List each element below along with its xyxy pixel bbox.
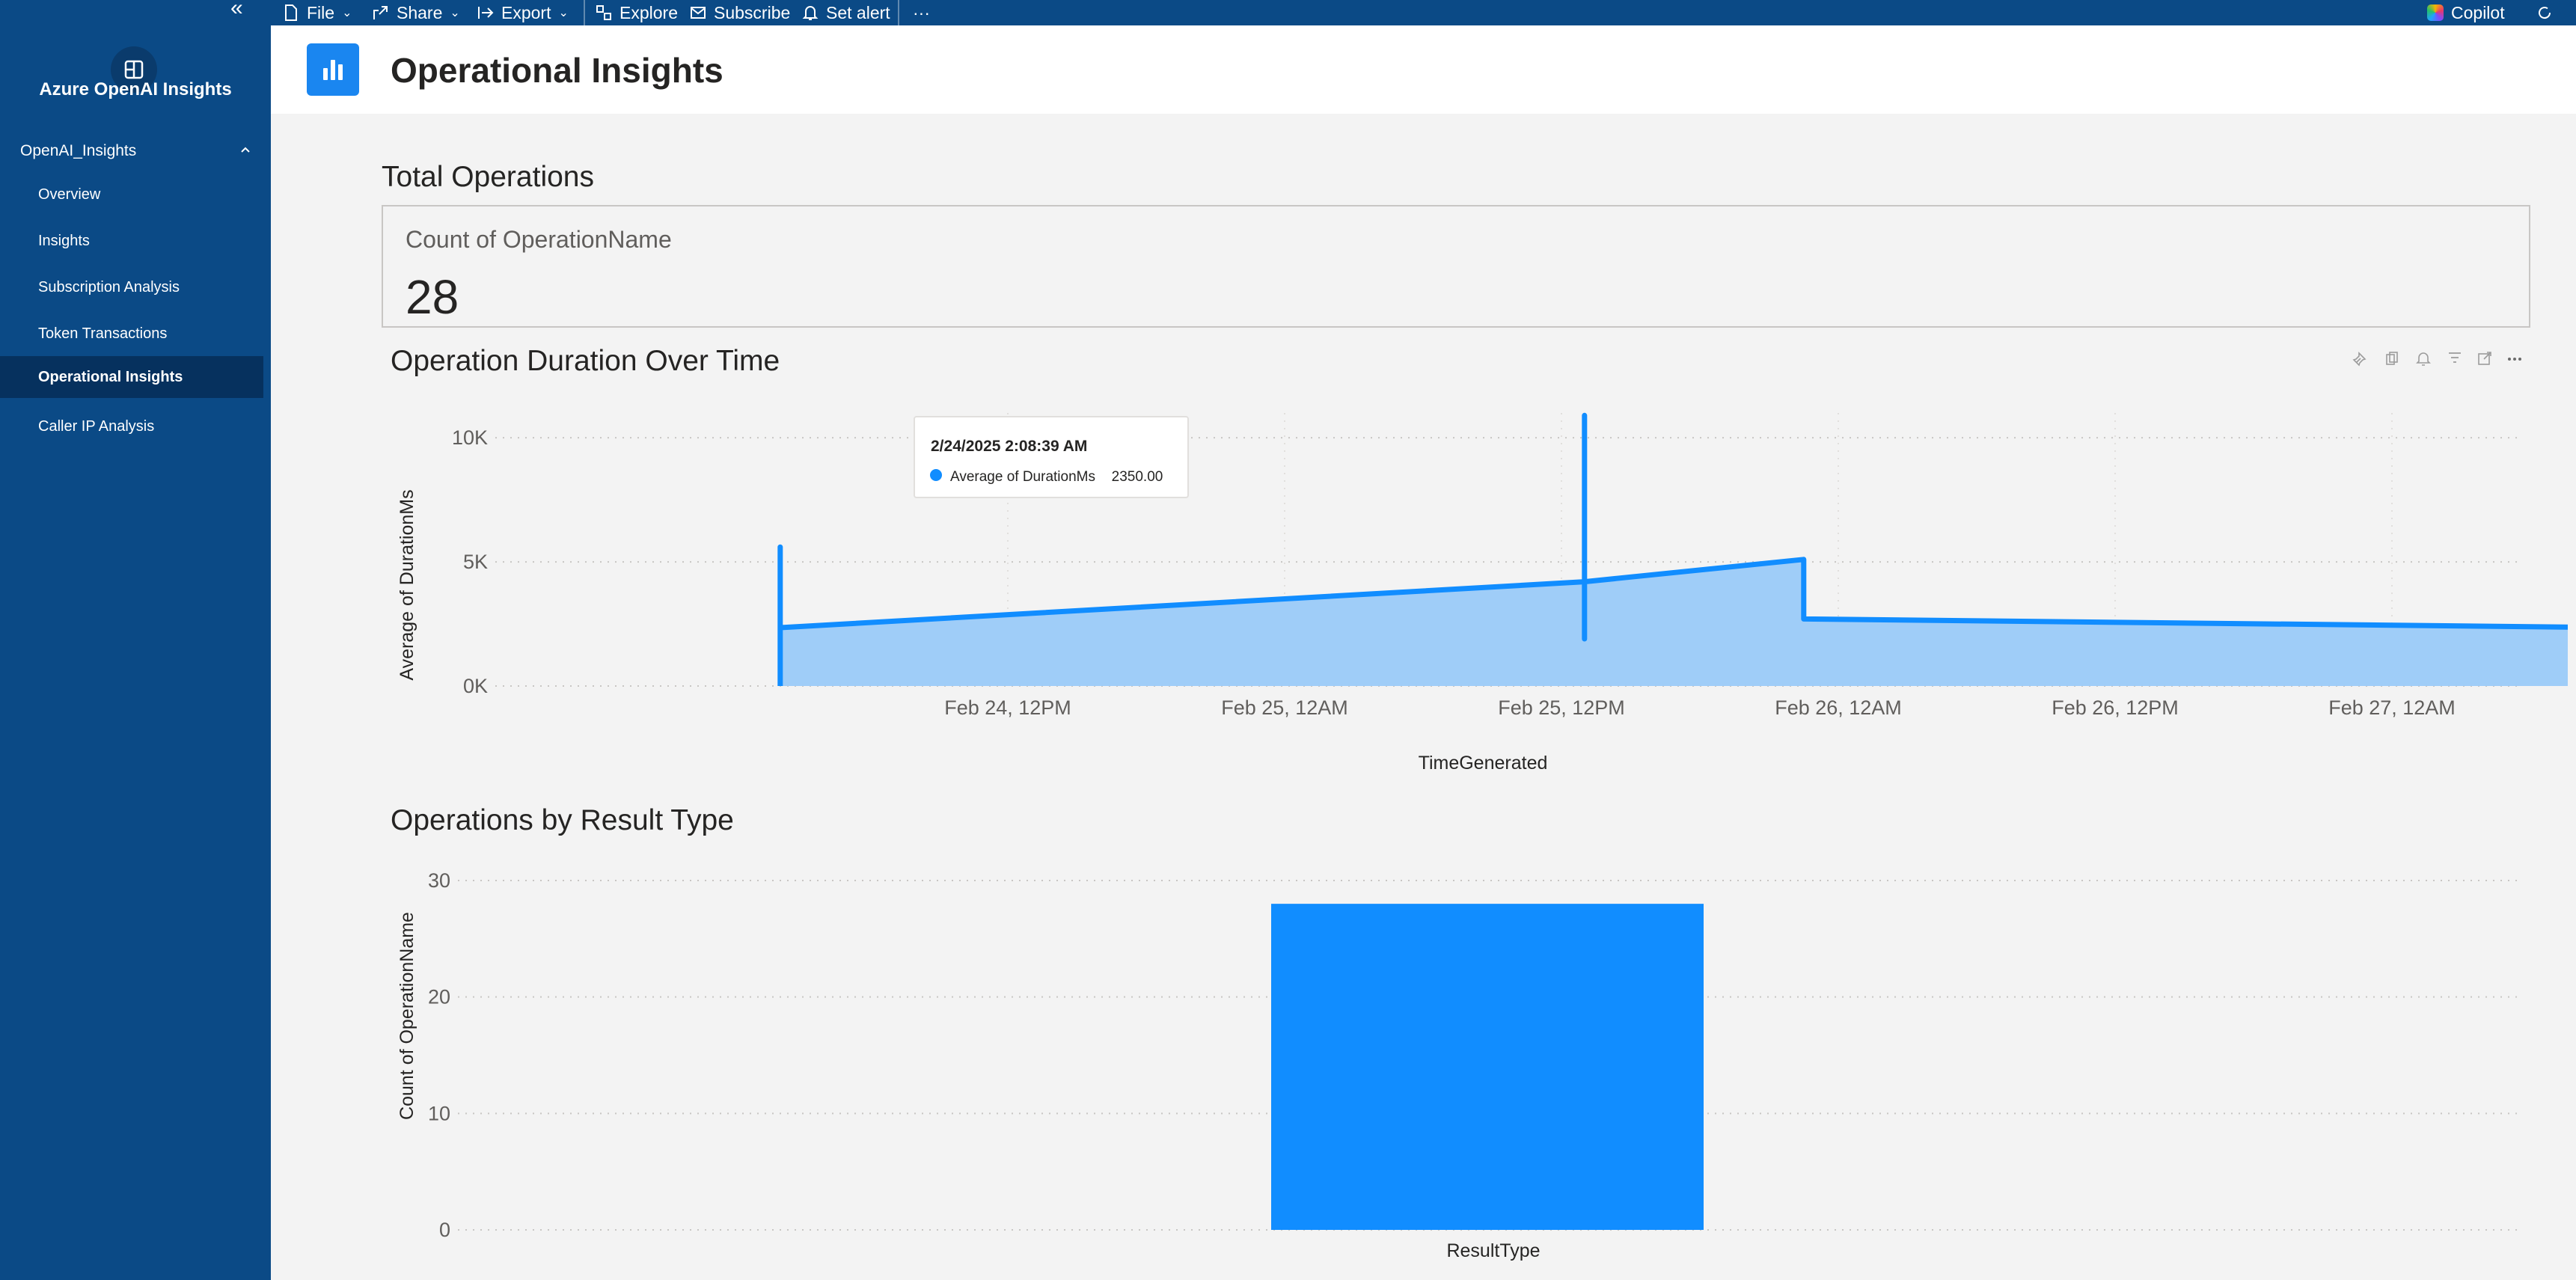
y-tick-label: 10	[428, 1102, 450, 1124]
tooltip-date: 2/24/2025 2:08:39 AM	[931, 438, 1087, 455]
x-tick-label: Feb 27, 12AM	[2328, 696, 2456, 719]
visual-header-tools	[2351, 346, 2523, 371]
app-title: Azure OpenAI Insights	[39, 79, 232, 99]
workspace-label: OpenAI_Insights	[20, 142, 137, 159]
subscribe-button[interactable]: Subscribe	[690, 0, 790, 25]
bar-series	[1271, 904, 1704, 1230]
bar-chart-icon	[323, 60, 343, 80]
sidebar-item-label: Operational Insights	[38, 369, 183, 385]
copilot-label: Copilot	[2451, 2, 2505, 22]
x-tick-label: Feb 26, 12PM	[2052, 696, 2179, 719]
sidebar-item-label: Subscription Analysis	[38, 279, 180, 295]
sidebar-item-operational-insights[interactable]: Operational Insights	[0, 356, 263, 398]
tooltip-box	[914, 416, 1189, 498]
sidebar-item-label: Caller IP Analysis	[38, 418, 155, 435]
x-tick-label: Feb 25, 12AM	[1221, 696, 1348, 719]
kpi-card[interactable]: Count of OperationName 28	[382, 205, 2530, 328]
result-type-chart-title: Operations by Result Type	[391, 804, 734, 836]
x-axis-label: TimeGenerated	[1419, 753, 1548, 774]
chevron-down-icon: ⌄	[450, 6, 460, 19]
copy-icon[interactable]	[2386, 352, 2398, 365]
y-axis-ticks: 0 10 20 30	[428, 869, 450, 1241]
tooltip-value: 2350.00	[1112, 469, 1163, 485]
tooltip-series-label: Average of DurationMs	[950, 469, 1095, 485]
copilot-button[interactable]: Copilot	[2427, 0, 2505, 25]
filter-icon[interactable]	[2449, 352, 2461, 363]
kpi-value: 28	[406, 270, 459, 324]
explore-label: Explore	[619, 2, 678, 22]
sidebar: Azure OpenAI Insights OpenAI_Insights Ov…	[0, 25, 271, 1280]
app-icon	[124, 60, 144, 79]
collapse-nav-button[interactable]: «	[230, 0, 243, 21]
file-icon	[285, 4, 297, 21]
y-tick-label: 10K	[452, 426, 488, 449]
x-tick-label: Feb 24, 12PM	[944, 696, 1071, 719]
x-axis-label: ResultType	[1446, 1240, 1540, 1261]
export-menu-label: Export	[501, 2, 551, 22]
y-axis-label: Average of DurationMs	[397, 489, 417, 680]
toolbar-divider	[584, 0, 585, 25]
export-icon	[478, 7, 494, 19]
duration-chart-title: Operation Duration Over Time	[391, 345, 780, 377]
chevron-down-icon: ⌄	[342, 6, 352, 19]
sidebar-item-insights[interactable]: Insights	[0, 220, 271, 262]
chevron-down-icon: ⌄	[558, 6, 569, 19]
more-options-icon[interactable]	[2508, 358, 2521, 361]
set-alert-button[interactable]: Set alert	[802, 0, 890, 25]
x-tick-label: Feb 26, 12AM	[1775, 696, 1902, 719]
report-canvas: Total Operations Count of OperationName …	[271, 114, 2576, 1280]
bell-icon[interactable]	[2416, 352, 2431, 366]
share-icon	[373, 6, 388, 19]
sidebar-item-label: Overview	[38, 186, 101, 203]
y-tick-label: 5K	[463, 551, 488, 573]
export-menu-button[interactable]: Export ⌄	[477, 0, 569, 25]
kpi-section-title: Total Operations	[382, 161, 594, 193]
bar	[1271, 904, 1704, 1230]
y-tick-label: 0K	[463, 675, 488, 697]
subscribe-label: Subscribe	[714, 2, 791, 22]
file-menu-label: File	[307, 2, 335, 22]
more-options-icon: ···	[913, 2, 930, 22]
set-alert-label: Set alert	[826, 2, 890, 22]
bell-icon	[802, 6, 819, 20]
chevron-up-icon	[241, 147, 250, 153]
sidebar-item-label: Insights	[38, 233, 90, 249]
share-menu-button[interactable]: Share ⌄	[373, 0, 460, 25]
sidebar-item-overview[interactable]: Overview	[0, 174, 271, 215]
sidebar-item-label: Token Transactions	[38, 325, 168, 342]
sidebar-item-caller-ip-analysis[interactable]: Caller IP Analysis	[0, 405, 271, 447]
duration-area-chart[interactable]: 0K 5K 10K Feb 24, 12PM Feb 25, 12AM Feb 25, …	[376, 391, 2568, 780]
x-axis-ticks: Feb 24, 12PM Feb 25, 12AM Feb 25, 12PM Feb …	[944, 696, 2456, 719]
y-tick-label: 30	[428, 869, 450, 892]
page-title: Operational Insights	[391, 51, 723, 90]
workspace-section-toggle[interactable]: OpenAI_Insights	[0, 136, 271, 166]
page-header: Operational Insights	[271, 25, 2576, 115]
y-tick-label: 0	[439, 1219, 450, 1241]
toolbar-divider	[898, 0, 899, 25]
page-icon	[307, 43, 359, 96]
chart-tooltip: 2/24/2025 2:08:39 AM Average of Duration…	[914, 416, 1189, 498]
more-options-button[interactable]: ···	[913, 0, 930, 25]
y-tick-label: 20	[428, 986, 450, 1008]
pin-icon[interactable]	[2352, 352, 2367, 367]
explore-button[interactable]: Explore	[596, 0, 678, 25]
kpi-label: Count of OperationName	[406, 226, 672, 253]
share-menu-label: Share	[397, 2, 443, 22]
explore-icon	[596, 5, 611, 20]
copilot-icon	[2427, 4, 2444, 21]
refresh-button[interactable]	[2536, 0, 2553, 25]
focus-mode-icon[interactable]	[2478, 352, 2491, 365]
top-toolbar: « File ⌄ Share ⌄ Export ⌄ Explore Subscr…	[0, 0, 2576, 25]
refresh-icon	[2539, 7, 2551, 19]
sidebar-item-token-transactions[interactable]: Token Transactions	[0, 313, 271, 355]
file-menu-button[interactable]: File ⌄	[283, 0, 352, 25]
tooltip-series-dot	[930, 469, 942, 481]
sidebar-item-subscription-analysis[interactable]: Subscription Analysis	[0, 266, 271, 308]
y-axis-label: Count of OperationName	[397, 912, 417, 1120]
subscribe-icon	[691, 7, 706, 19]
x-tick-label: Feb 25, 12PM	[1498, 696, 1625, 719]
y-axis-ticks: 0K 5K 10K	[452, 426, 488, 697]
result-type-bar-chart[interactable]: 0 10 20 30 ResultType Count of OperationNam…	[376, 854, 2568, 1273]
